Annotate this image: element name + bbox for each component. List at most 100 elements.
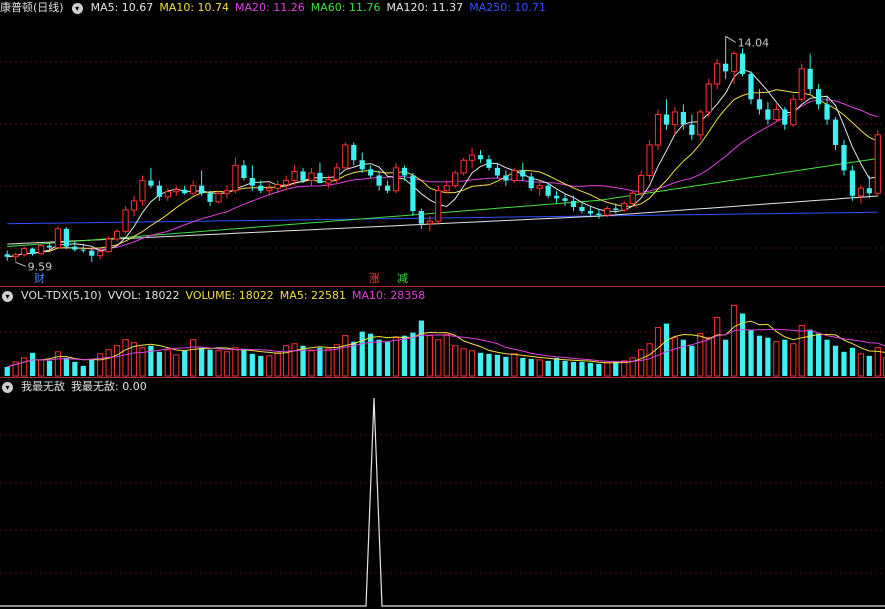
ma10-line <box>7 89 878 258</box>
volume-bar-down <box>570 361 577 376</box>
candle-body-down <box>148 180 154 186</box>
candle-body-up <box>697 111 704 136</box>
candle-body-down <box>520 170 526 177</box>
volume-bar-up <box>773 341 780 377</box>
volume-bar-down <box>401 335 408 376</box>
candle-body-up <box>12 254 19 258</box>
chart-canvas[interactable]: 14.049.59财涨减 <box>0 0 885 609</box>
volume-bar-up <box>223 351 231 377</box>
volume-bar-down <box>63 357 70 376</box>
candle-body-down <box>824 104 830 120</box>
volume-bar-up <box>443 334 450 377</box>
volume-bar-down <box>148 345 154 376</box>
candle-body-down <box>756 99 763 110</box>
volume-bar-down <box>46 360 53 376</box>
candle-body-down <box>866 188 872 194</box>
candle-body-down <box>80 249 86 251</box>
volume-bar-up <box>130 342 138 377</box>
candle-body-down <box>570 200 577 207</box>
candle-body-down <box>418 211 424 224</box>
candle-body-down <box>368 169 374 176</box>
candle-body-up <box>291 170 298 182</box>
volume-bar-down <box>156 351 162 376</box>
candle-body-up <box>223 190 231 194</box>
candle-body-up <box>536 185 543 189</box>
candle-body-up <box>604 208 611 216</box>
volume-bar-down <box>89 359 95 376</box>
candle-body-down <box>723 63 729 72</box>
candle-body-up <box>164 191 171 198</box>
candle-body-down <box>359 160 365 170</box>
volume-bar-down <box>689 345 695 376</box>
candle-body-down <box>596 213 602 216</box>
volume-bar-up <box>54 351 62 377</box>
volume-bar-up <box>21 357 28 377</box>
candle-body-up <box>139 180 146 202</box>
volume-bar-up <box>164 349 171 377</box>
volume-bar-up <box>790 343 797 377</box>
candle-body-up <box>857 187 864 197</box>
event-marker-2: 涨 <box>369 272 380 285</box>
candle-body-down <box>680 111 686 125</box>
volume-bar-up <box>654 327 662 377</box>
high-price-label: 14.04 <box>738 36 770 49</box>
volume-bar-up <box>714 317 721 377</box>
volume-bar-up <box>283 345 290 377</box>
candle-body-down <box>807 68 813 90</box>
candle-body-up <box>468 154 476 161</box>
candle-body-down <box>89 250 95 256</box>
volume-bar-up <box>460 348 467 377</box>
candle-body-down <box>545 185 551 196</box>
volume-bar-up <box>113 345 121 377</box>
candle-body-up <box>97 251 104 257</box>
ma250-line <box>7 211 878 225</box>
volume-bar-down <box>376 339 382 376</box>
candle-body-down <box>258 185 264 191</box>
volume-bar-up <box>511 353 518 377</box>
candle-body-down <box>376 175 382 186</box>
volume-bar-down <box>503 356 509 376</box>
volume-bar-up <box>697 333 704 377</box>
volume-bar-down <box>815 333 822 376</box>
candle-body-up <box>342 144 349 169</box>
volume-bar-down <box>748 329 754 376</box>
candle-body-up <box>629 192 636 204</box>
candle-body-down <box>663 114 670 125</box>
candle-body-up <box>325 179 332 184</box>
candle-body-down <box>410 175 416 212</box>
candle-body-down <box>553 195 560 199</box>
candle-body-up <box>671 111 679 126</box>
candle-body-down <box>562 198 568 201</box>
volume-bar-up <box>671 337 679 377</box>
volume-bar-up <box>122 339 129 377</box>
volume-bar-up <box>291 343 298 377</box>
candle-body-down <box>815 89 822 105</box>
volume-bar-down <box>866 355 872 376</box>
volume-bar-down <box>579 361 585 376</box>
candle-body-down <box>317 172 323 184</box>
volume-bar-up <box>621 360 628 377</box>
volume-bar-down <box>29 352 36 376</box>
volume-bar-down <box>680 339 686 376</box>
volume-bar-down <box>351 341 357 376</box>
candle-body-up <box>705 83 712 113</box>
candle-body-down <box>46 245 53 248</box>
volume-bar-up <box>173 354 180 377</box>
volume-bar-down <box>782 339 788 376</box>
volume-bar-up <box>266 355 273 377</box>
high-pointer <box>725 35 736 43</box>
candle-body-up <box>392 167 400 192</box>
volume-bar-down <box>520 357 526 376</box>
candle-body-down <box>300 171 306 181</box>
volume-bar-down <box>258 355 264 376</box>
candle-body-down <box>249 178 255 186</box>
candle-body-up <box>21 248 28 256</box>
volume-bar-down <box>596 363 602 376</box>
volume-bar-down <box>494 354 501 376</box>
volume-bar-up <box>646 343 653 377</box>
candle-body-up <box>274 184 281 189</box>
volume-bar-down <box>553 357 560 376</box>
volume-bar-up <box>308 350 315 377</box>
candle-body-up <box>511 169 518 182</box>
candle-body-up <box>173 189 180 193</box>
